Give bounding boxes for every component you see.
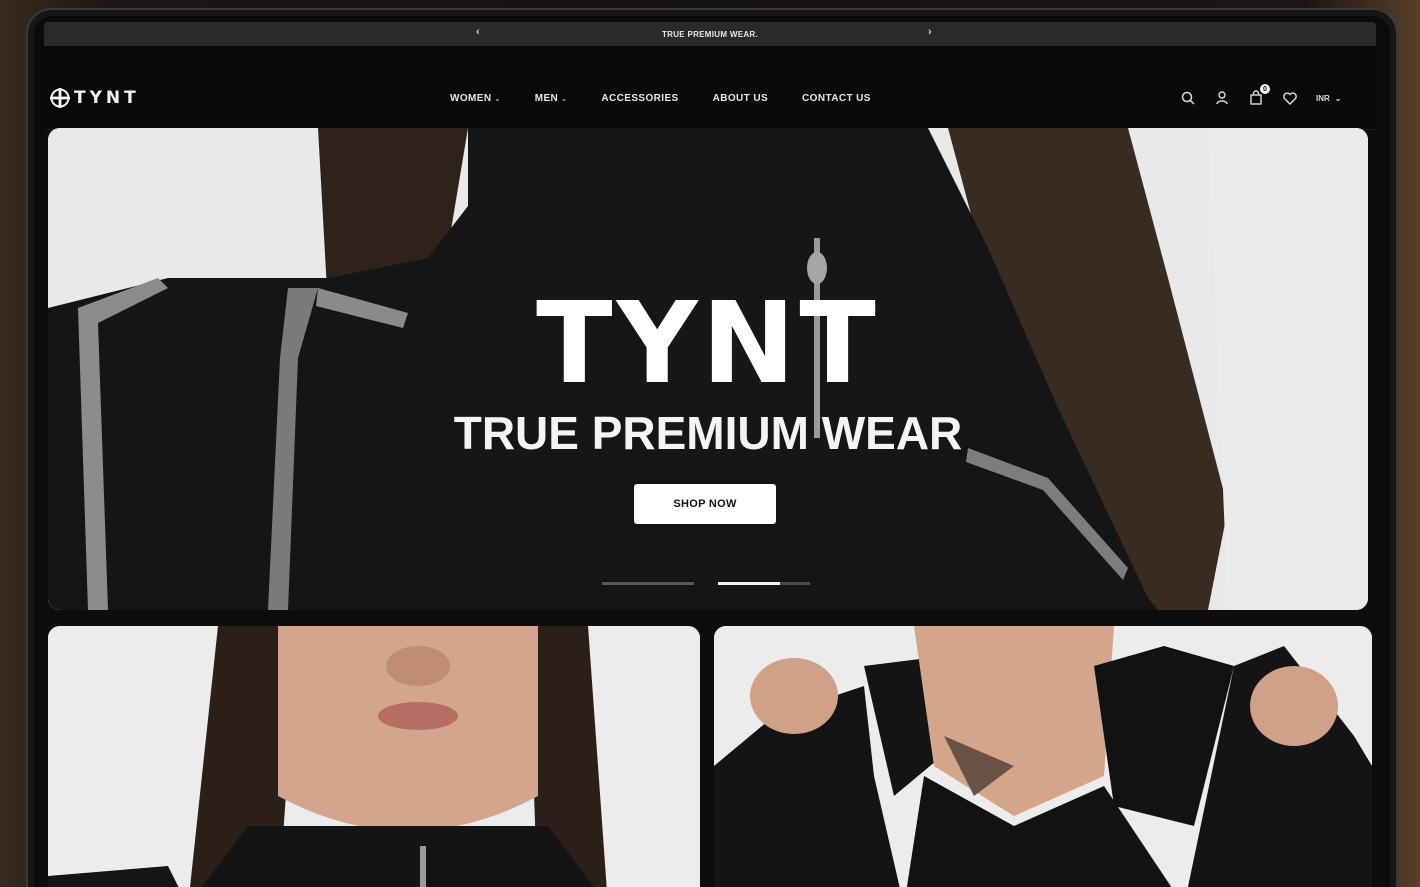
cart-count-badge: 0 [1260, 84, 1270, 94]
nav-item-label: ACCESSORIES [601, 93, 679, 104]
chevron-down-icon: ⌄ [494, 95, 501, 103]
men-collection-tile[interactable] [714, 626, 1372, 887]
currency-label: INR [1316, 93, 1330, 103]
nav-item-women[interactable]: WOMEN ⌄ [450, 93, 501, 104]
women-collection-tile[interactable] [48, 626, 700, 887]
announcement-prev-arrow[interactable]: ‹ [476, 26, 480, 38]
header-actions: 0 INR ⌄ [1180, 84, 1341, 106]
announcement-bar: ‹ TRUE PREMIUM WEAR. › [44, 22, 1376, 46]
nav-item-label: WOMEN [450, 93, 492, 104]
user-icon[interactable] [1214, 90, 1230, 106]
announcement-text: TRUE PREMIUM WEAR. [661, 29, 759, 39]
search-icon[interactable] [1180, 90, 1196, 106]
brand-logo[interactable]: TYNT [50, 88, 140, 108]
slide-dot-2[interactable] [718, 582, 810, 585]
bag-icon[interactable]: 0 [1248, 84, 1270, 106]
main-navigation: WOMEN ⌄ MEN ⌄ ACCESSORIES ABOUT US CONTA… [450, 93, 905, 104]
nav-item-label: ABOUT US [712, 93, 769, 104]
women-model-image [48, 626, 700, 887]
men-model-image [714, 626, 1372, 887]
slide-dot-1[interactable] [602, 582, 694, 585]
cross-circle-logo-icon [50, 88, 70, 108]
browser-screen: ‹ TRUE PREMIUM WEAR. › TYNT WOMEN ⌄ MEN … [44, 22, 1376, 887]
shop-now-button[interactable]: SHOP NOW [634, 484, 776, 524]
hero-banner: TYNT TRUE PREMIUM WEAR SHOP NOW [48, 128, 1368, 610]
hero-subtitle: TRUE PREMIUM WEAR [453, 407, 963, 459]
nav-item-men[interactable]: MEN ⌄ [535, 93, 568, 104]
nav-item-label: MEN [534, 93, 559, 104]
announcement-next-arrow[interactable]: › [928, 26, 932, 38]
hero-content: TYNT TRUE PREMIUM WEAR SHOP NOW [48, 128, 1368, 610]
brand-name: TYNT [74, 88, 140, 108]
nav-item-contact-us[interactable]: CONTACT US [802, 93, 871, 104]
nav-item-about-us[interactable]: ABOUT US [713, 93, 768, 104]
nav-item-accessories[interactable]: ACCESSORIES [601, 93, 678, 104]
chevron-down-icon: ⌄ [561, 95, 568, 103]
heart-icon[interactable] [1282, 90, 1298, 106]
site-header: TYNT WOMEN ⌄ MEN ⌄ ACCESSORIES ABOUT US … [44, 46, 1376, 130]
chevron-down-icon: ⌄ [1334, 93, 1342, 103]
slider-pagination [602, 582, 810, 585]
currency-selector[interactable]: INR ⌄ [1316, 94, 1341, 103]
hero-title: TYNT [536, 279, 880, 409]
nav-item-label: CONTACT US [802, 93, 871, 104]
